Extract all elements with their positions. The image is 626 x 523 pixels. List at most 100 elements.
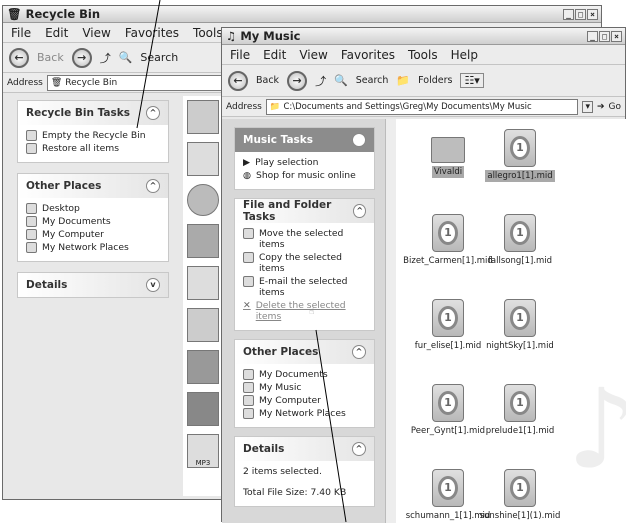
delete-x-icon: ✕ <box>243 300 251 311</box>
image-file-icon[interactable] <box>187 224 219 258</box>
up-folder-icon[interactable]: ⤴ <box>315 73 326 89</box>
midi-file-item[interactable]: 1 sunshine[1](1).mid <box>460 469 580 521</box>
search-button[interactable]: Search <box>356 75 389 86</box>
minimize-button[interactable]: _ <box>563 8 574 20</box>
music-titlebar[interactable]: ♫ My Music _ □ × <box>222 28 625 45</box>
folder-icon <box>26 216 37 227</box>
place-my-documents[interactable]: My Documents <box>243 369 366 380</box>
hand-cursor-icon: ☝ <box>309 306 315 317</box>
menu-tools[interactable]: Tools <box>408 48 438 62</box>
camera-icon[interactable] <box>187 350 219 384</box>
music-note-watermark-icon: ♪ <box>566 365 626 493</box>
copy-items-link[interactable]: Copy the selected items <box>243 252 366 274</box>
collapse-chevron-icon[interactable]: ^ <box>146 106 160 120</box>
maximize-button[interactable]: □ <box>599 30 610 42</box>
music-folder-icon: ♫ <box>226 29 237 43</box>
place-network[interactable]: My Network Places <box>243 408 366 419</box>
back-button[interactable]: Back <box>37 51 64 64</box>
midi-file-icon: 1 <box>504 469 536 507</box>
collapse-chevron-icon[interactable]: ^ <box>146 179 160 193</box>
file-folder-tasks-panel: File and Folder Tasks ^ Move the selected… <box>234 198 375 331</box>
word-document-icon[interactable] <box>187 266 219 300</box>
midi-file-item[interactable]: 1 prelude1[1].mid <box>460 384 580 436</box>
up-folder-icon[interactable]: ⤴ <box>100 50 111 66</box>
address-bar: Address 📁 C:\Documents and Settings\Greg… <box>222 97 625 117</box>
back-arrow-icon[interactable]: ← <box>9 47 29 68</box>
place-network[interactable]: My Network Places <box>26 242 160 253</box>
midi-file-item[interactable]: 1 nightSky[1].mid <box>460 299 580 351</box>
address-value: C:\Documents and Settings\Greg\My Docume… <box>283 101 532 112</box>
details-panel: Details v <box>17 272 169 298</box>
collapse-chevron-icon[interactable]: ^ <box>352 442 366 456</box>
menu-edit[interactable]: Edit <box>45 26 68 40</box>
delete-items-link[interactable]: ✕ Delete the selected items ☝ <box>243 300 366 322</box>
go-button[interactable]: Go <box>609 102 621 112</box>
midi-file-icon: 1 <box>504 384 536 422</box>
empty-bin-icon <box>26 130 37 141</box>
search-button[interactable]: Search <box>140 51 178 64</box>
folder-icon <box>243 369 254 380</box>
midi-file-item[interactable]: 1 allegro1[1].mid <box>460 129 580 182</box>
file-area: Vivaldi 1 allegro1[1].mid 1 Bizet_Carmen[1… <box>396 119 626 523</box>
play-selection-link[interactable]: ▶ Play selection <box>243 157 366 168</box>
address-input[interactable]: 📁 C:\Documents and Settings\Greg\My Docu… <box>265 98 579 115</box>
shortcut-icon[interactable] <box>187 308 219 342</box>
desktop-icon <box>26 203 37 214</box>
mp3-file-icon[interactable]: MP3 <box>187 434 219 468</box>
go-arrow-icon[interactable]: ➔ <box>597 102 605 112</box>
copy-icon <box>243 252 254 263</box>
toolbar: ← Back → ⤴ 🔍 Search 📁 Folders ☷▾ <box>222 65 625 97</box>
recycle-titlebar[interactable]: 🗑 Recycle Bin _ □ × <box>3 6 601 23</box>
midi-file-icon: 1 <box>504 129 536 167</box>
task-pane-scrollbar[interactable] <box>385 119 396 523</box>
window-title: Recycle Bin <box>25 7 101 21</box>
menu-favorites[interactable]: Favorites <box>125 26 179 40</box>
file-icon[interactable] <box>187 100 219 134</box>
menu-file[interactable]: File <box>230 48 250 62</box>
minimize-button[interactable]: _ <box>587 30 598 42</box>
search-icon: 🔍 <box>118 51 133 64</box>
recycle-file-strip: MP3 <box>183 96 223 496</box>
menu-view[interactable]: View <box>299 48 327 62</box>
media-player-icon[interactable] <box>187 184 219 216</box>
close-button[interactable]: × <box>611 30 622 42</box>
folders-button[interactable]: Folders <box>418 75 452 86</box>
restore-all-link[interactable]: Restore all items <box>26 143 160 154</box>
folders-icon: 📁 <box>396 74 411 87</box>
back-button[interactable]: Back <box>256 75 279 86</box>
views-icon[interactable]: ☷▾ <box>460 73 484 88</box>
close-button[interactable]: × <box>587 8 598 20</box>
place-my-computer[interactable]: My Computer <box>26 229 160 240</box>
place-my-music[interactable]: My Music <box>243 382 366 393</box>
email-items-link[interactable]: E-mail the selected items <box>243 276 366 298</box>
place-desktop[interactable]: Desktop <box>26 203 160 214</box>
back-arrow-icon[interactable]: ← <box>228 70 248 91</box>
move-items-link[interactable]: Move the selected items <box>243 228 366 250</box>
place-my-documents[interactable]: My Documents <box>26 216 160 227</box>
place-my-computer[interactable]: My Computer <box>243 395 366 406</box>
forward-arrow-icon[interactable]: → <box>71 47 92 68</box>
task-pane: Recycle Bin Tasks ^ Empty the Recycle Bin… <box>17 100 169 308</box>
forward-arrow-icon[interactable]: → <box>287 70 308 91</box>
expand-chevron-icon[interactable]: v <box>146 278 160 292</box>
collapse-chevron-icon[interactable]: ^ <box>353 204 366 218</box>
menu-edit[interactable]: Edit <box>263 48 286 62</box>
menu-help[interactable]: Help <box>451 48 478 62</box>
calendar-icon[interactable] <box>187 142 219 176</box>
shop-music-link[interactable]: ◍ Shop for music online <box>243 170 366 181</box>
film-icon[interactable] <box>187 392 219 426</box>
details-count: 2 items selected. <box>243 466 322 477</box>
maximize-button[interactable]: □ <box>575 8 586 20</box>
menu-view[interactable]: View <box>82 26 110 40</box>
play-icon: ▶ <box>243 157 251 168</box>
menu-tools[interactable]: Tools <box>193 26 223 40</box>
collapse-chevron-icon[interactable]: ^ <box>352 345 366 359</box>
address-dropdown-icon[interactable]: ▾ <box>582 100 593 113</box>
collapse-chevron-icon[interactable]: ^ <box>352 133 366 147</box>
details-panel: Details ^ 2 items selected. Total File Si… <box>234 436 375 507</box>
midi-file-item[interactable]: 1 fallsong[1].mid <box>460 214 580 266</box>
empty-recycle-bin-link[interactable]: Empty the Recycle Bin <box>26 130 160 141</box>
menu-favorites[interactable]: Favorites <box>341 48 395 62</box>
menu-file[interactable]: File <box>11 26 31 40</box>
task-pane: Music Tasks ^ ▶ Play selection ◍ Shop for m… <box>222 119 385 523</box>
